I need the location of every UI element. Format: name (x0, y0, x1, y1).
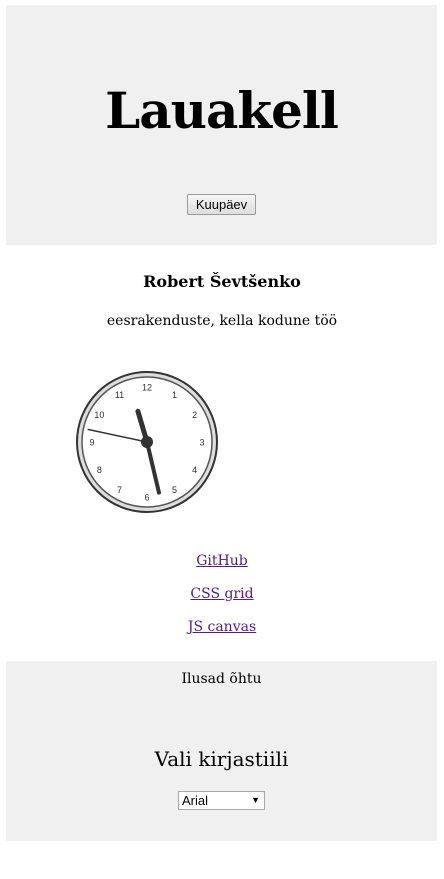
clock-center (141, 436, 153, 448)
clock-number: 3 (199, 438, 204, 448)
footer-panel: Ilusad õhtu Vali kirjastiili Arial ▼ (6, 661, 437, 841)
clock-number: 8 (97, 465, 102, 475)
subtitle: eesrakenduste, kella kodune töö (106, 313, 338, 329)
analog-clock: 121234567891011 (76, 371, 218, 513)
github-link[interactable]: GitHub (0, 552, 444, 585)
author-name: Robert Ševtšenko (143, 272, 301, 291)
font-select[interactable]: Arial ▼ (178, 791, 265, 810)
date-button[interactable]: Kuupäev (187, 194, 256, 215)
clock-number: 12 (142, 383, 152, 393)
clock-number: 1 (172, 390, 177, 400)
chevron-down-icon: ▼ (251, 795, 260, 805)
clock-number: 9 (89, 438, 94, 448)
header-panel: Lauakell Kuupäev (6, 5, 437, 245)
page-title: Lauakell (105, 81, 339, 140)
css-grid-link[interactable]: CSS grid (0, 585, 444, 618)
clock-number: 6 (144, 493, 149, 503)
clock-number: 10 (94, 410, 104, 420)
font-select-value: Arial (182, 793, 209, 808)
link-list: GitHub CSS grid JS canvas (0, 552, 444, 651)
clock-number: 2 (192, 410, 197, 420)
clock-number: 4 (192, 465, 197, 475)
clock-number: 11 (115, 390, 124, 400)
js-canvas-link[interactable]: JS canvas (0, 618, 444, 651)
greeting-text: Ilusad õhtu (181, 671, 262, 687)
font-heading: Vali kirjastiili (154, 747, 289, 771)
clock-number: 7 (117, 485, 122, 495)
clock-number: 5 (172, 485, 177, 495)
